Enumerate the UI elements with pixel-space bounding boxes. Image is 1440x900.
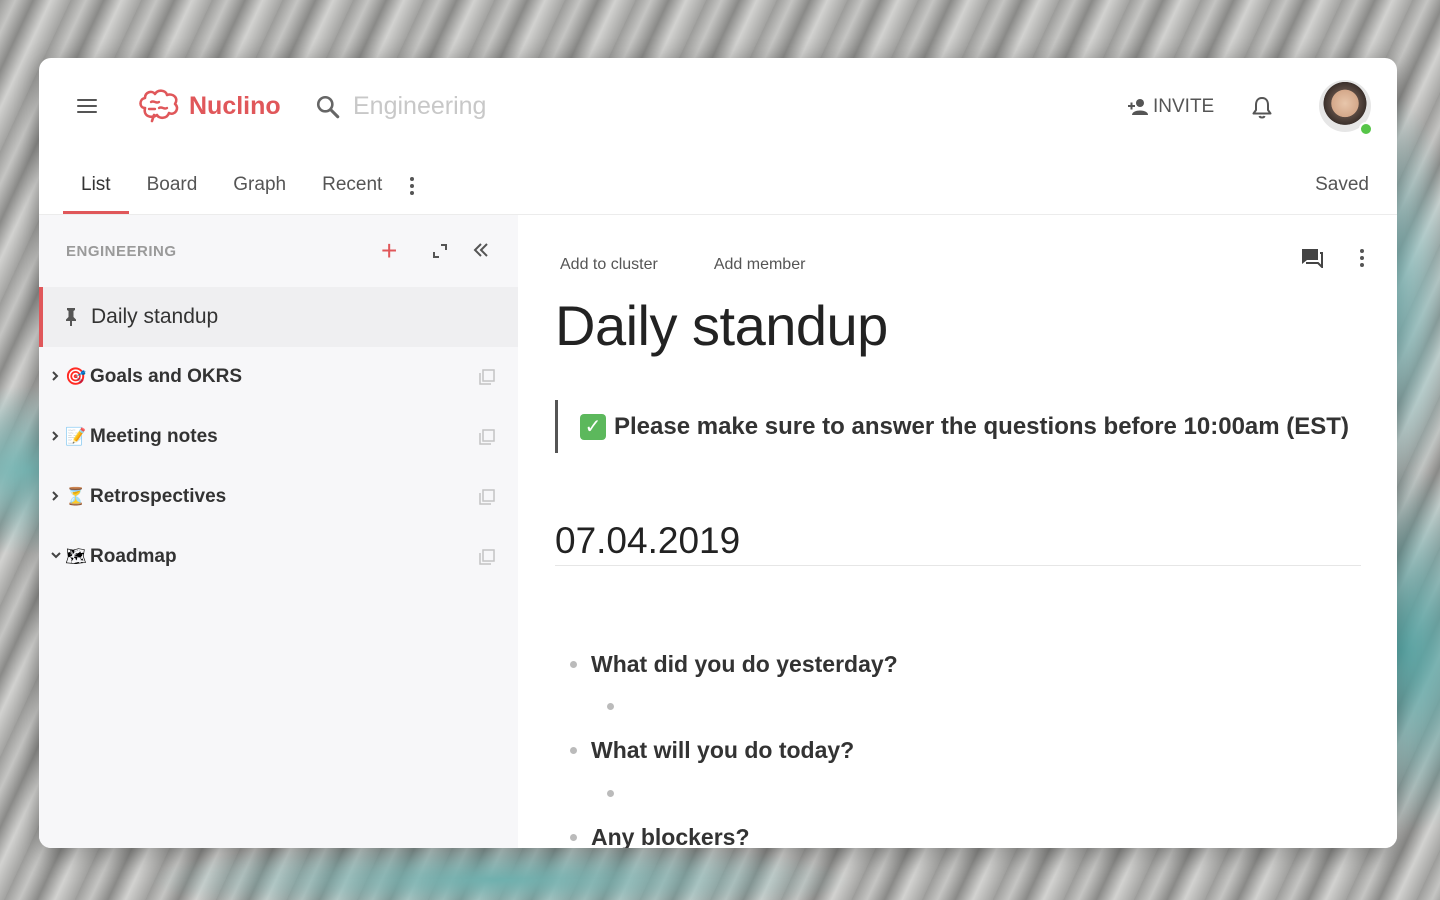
view-tabs: List Board Graph Recent xyxy=(63,158,422,214)
memo-emoji-icon: 📝 xyxy=(65,427,87,446)
bullet-icon xyxy=(570,661,577,668)
top-bar: Nuclino INVITE xyxy=(39,58,1397,158)
save-status: Saved xyxy=(1315,174,1369,195)
document-more-icon[interactable] xyxy=(1360,249,1364,267)
copy-icon[interactable] xyxy=(479,429,495,445)
list-item: What will you do today? xyxy=(570,737,854,764)
sidebar-item-goals[interactable]: 🎯 Goals and OKRS xyxy=(39,347,518,407)
sidebar-item-daily-standup[interactable]: Daily standup xyxy=(39,287,518,347)
sidebar: ENGINEERING + Daily standup 🎯 Goals and … xyxy=(39,215,518,848)
copy-icon[interactable] xyxy=(479,369,495,385)
tab-list[interactable]: List xyxy=(63,158,129,214)
date-heading: 07.04.2019 xyxy=(555,520,741,561)
notification-bell-icon[interactable] xyxy=(1251,96,1273,120)
hourglass-emoji-icon: ⏳ xyxy=(65,487,87,506)
online-status-dot xyxy=(1359,122,1373,136)
add-member-link[interactable]: Add member xyxy=(714,256,806,274)
question-text[interactable]: What will you do today? xyxy=(591,737,854,764)
check-mark-icon: ✓ xyxy=(580,413,606,440)
target-emoji-icon: 🎯 xyxy=(65,367,87,386)
bullet-icon xyxy=(570,834,577,841)
tab-board[interactable]: Board xyxy=(129,158,216,214)
chevron-right-icon[interactable] xyxy=(51,490,59,502)
copy-icon[interactable] xyxy=(479,489,495,505)
list-item: What did you do yesterday? xyxy=(570,651,898,678)
sidebar-item-label: Meeting notes xyxy=(90,426,218,447)
map-emoji-icon: 🗺 xyxy=(65,547,87,566)
heading-divider xyxy=(555,565,1361,566)
expand-icon[interactable] xyxy=(432,243,448,259)
sidebar-item-label: Daily standup xyxy=(91,305,219,328)
sidebar-item-roadmap[interactable]: 🗺 Roadmap xyxy=(39,527,518,587)
brain-logo-icon xyxy=(139,89,179,123)
logo[interactable]: Nuclino xyxy=(137,88,281,124)
callout-quote: ✓ Please make sure to answer the questio… xyxy=(555,400,1349,453)
callout-text: Please make sure to answer the questions… xyxy=(614,412,1349,440)
sidebar-item-label: Retrospectives xyxy=(90,486,227,507)
tabs-more-icon[interactable] xyxy=(402,158,422,214)
app-window: Nuclino INVITE List Board Gra xyxy=(39,58,1397,848)
hamburger-menu-icon[interactable] xyxy=(77,99,97,115)
add-person-icon xyxy=(1128,99,1148,115)
chevron-right-icon[interactable] xyxy=(51,430,59,442)
add-to-cluster-link[interactable]: Add to cluster xyxy=(560,256,658,274)
invite-label: INVITE xyxy=(1153,96,1215,117)
list-item: Any blockers? xyxy=(570,824,750,848)
document-title[interactable]: Daily standup xyxy=(555,293,888,358)
search-bar xyxy=(315,91,655,122)
copy-icon[interactable] xyxy=(479,549,495,565)
empty-sub-bullet[interactable] xyxy=(607,703,614,710)
sidebar-list: Daily standup 🎯 Goals and OKRS 📝 Meeting… xyxy=(39,287,518,587)
pin-icon xyxy=(66,308,76,326)
question-text[interactable]: What did you do yesterday? xyxy=(591,651,898,678)
document-actions: Add to cluster Add member xyxy=(560,256,805,274)
document-pane: Add to cluster Add member Daily standup … xyxy=(518,215,1397,848)
search-icon[interactable] xyxy=(315,94,341,120)
bullet-icon xyxy=(570,747,577,754)
brand-name: Nuclino xyxy=(189,91,281,120)
question-text[interactable]: Any blockers? xyxy=(591,824,750,848)
tab-recent[interactable]: Recent xyxy=(304,158,400,214)
sidebar-item-meeting-notes[interactable]: 📝 Meeting notes xyxy=(39,407,518,467)
chevron-down-icon[interactable] xyxy=(51,550,61,560)
sidebar-item-retrospectives[interactable]: ⏳ Retrospectives xyxy=(39,467,518,527)
invite-button[interactable]: INVITE xyxy=(1127,96,1214,118)
empty-sub-bullet[interactable] xyxy=(607,790,614,797)
search-input[interactable] xyxy=(351,91,655,122)
comments-icon[interactable] xyxy=(1301,248,1323,268)
add-item-button[interactable]: + xyxy=(381,237,397,265)
sidebar-item-label: Roadmap xyxy=(90,546,177,567)
tab-graph[interactable]: Graph xyxy=(215,158,304,214)
sidebar-item-label: Goals and OKRS xyxy=(90,366,243,387)
workspace-heading: ENGINEERING xyxy=(66,243,177,260)
chevron-right-icon[interactable] xyxy=(51,370,59,382)
collapse-sidebar-icon[interactable] xyxy=(472,241,490,259)
